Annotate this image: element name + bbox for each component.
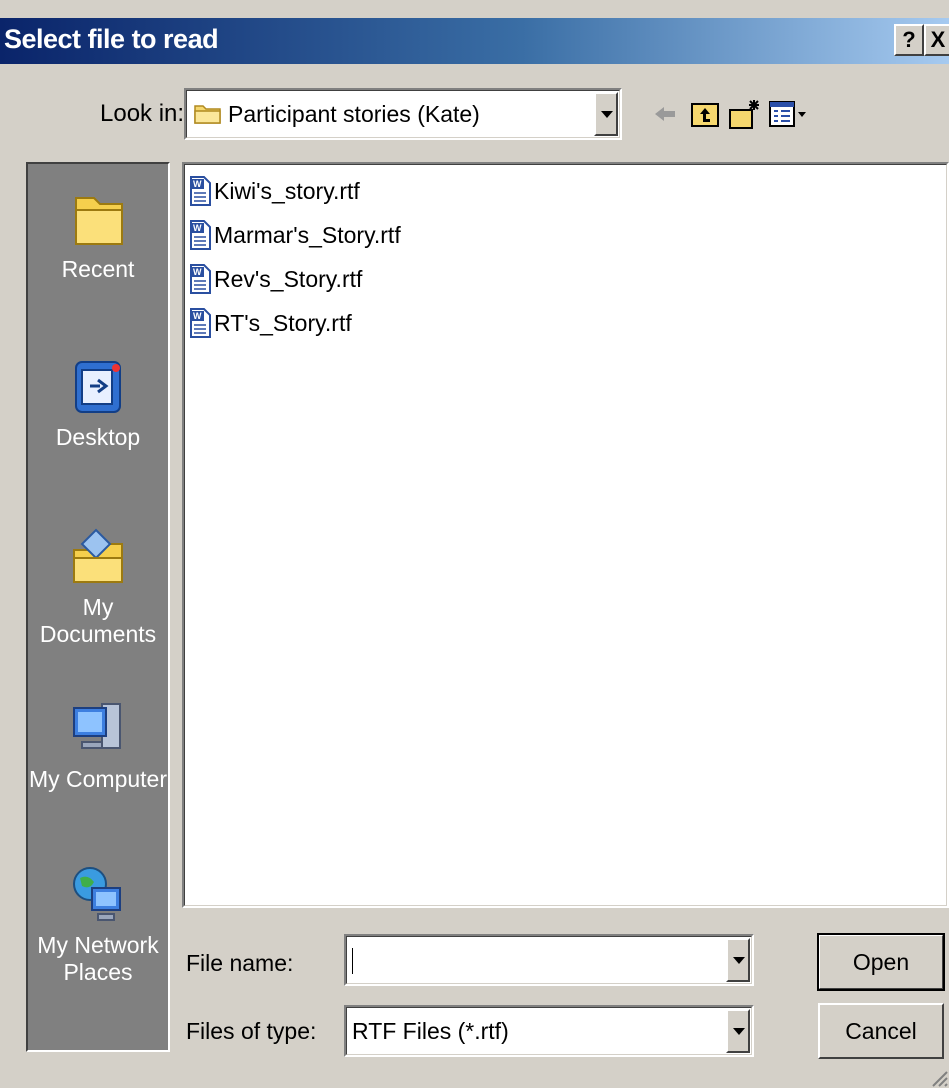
look-in-dropdown[interactable]: Participant stories (Kate) (184, 88, 622, 140)
place-desktop[interactable]: Desktop (28, 356, 168, 451)
file-name-dropdown-button[interactable] (726, 938, 750, 982)
file-type-dropdown-button[interactable] (726, 1009, 750, 1053)
svg-text:W: W (193, 179, 202, 189)
file-type-value: RTF Files (*.rtf) (352, 1018, 509, 1044)
file-name: Marmar's_Story.rtf (214, 221, 401, 248)
file-list[interactable]: W Kiwi's_story.rtf W Marmar's_Story.rtf … (182, 162, 949, 908)
file-name-field-frame (346, 936, 752, 984)
word-document-icon: W (190, 263, 211, 294)
title-bar[interactable]: Select file to read ? X (0, 18, 949, 64)
place-label-my-documents: My Documents (39, 594, 157, 647)
word-document-icon: W (190, 175, 211, 206)
text-caret (352, 948, 353, 974)
svg-text:W: W (193, 223, 202, 233)
place-my-computer[interactable]: My Computer (28, 698, 168, 793)
dialog-title: Select file to read (4, 24, 219, 54)
look-in-value: Participant stories (Kate) (228, 101, 480, 127)
up-folder-icon[interactable] (690, 98, 720, 130)
my-documents-icon (73, 528, 123, 583)
place-label-recent: Recent (61, 256, 135, 282)
file-open-dialog: Select file to read ? X Look in: Partici… (0, 0, 949, 1088)
word-document-icon: W (190, 307, 211, 338)
file-type-dropdown[interactable]: RTF Files (*.rtf) (344, 1005, 754, 1057)
place-my-network-places[interactable]: My Network Places (28, 864, 168, 986)
close-button[interactable]: X (924, 24, 949, 56)
recent-folder-icon (75, 197, 123, 245)
my-computer-icon (73, 703, 121, 749)
file-name-label: File name: (186, 950, 294, 976)
places-bar: Recent Desktop My Documents My Computer … (26, 162, 170, 1052)
word-document-icon: W (190, 219, 211, 250)
place-recent[interactable]: Recent (28, 188, 168, 283)
svg-text:W: W (193, 311, 202, 321)
desktop-icon (75, 361, 121, 413)
place-label-desktop: Desktop (55, 424, 141, 450)
list-item[interactable]: W Marmar's_Story.rtf (188, 214, 401, 252)
file-name: RT's_Story.rtf (214, 309, 352, 336)
help-button[interactable]: ? (894, 24, 924, 56)
look-in-dropdown-button[interactable] (594, 92, 618, 136)
list-item[interactable]: W Rev's_Story.rtf (188, 258, 362, 296)
list-item[interactable]: W Kiwi's_story.rtf (188, 170, 360, 208)
file-name: Kiwi's_story.rtf (214, 177, 360, 204)
place-label-my-computer: My Computer (28, 766, 168, 792)
place-label-my-network-places: My Network Places (37, 932, 159, 985)
folder-icon (194, 105, 221, 124)
network-places-icon (73, 867, 121, 921)
open-button[interactable]: Open (817, 933, 945, 991)
views-menu-icon[interactable] (768, 98, 808, 130)
file-name-field[interactable] (344, 934, 754, 986)
file-type-label: Files of type: (186, 1018, 317, 1044)
svg-text:W: W (193, 267, 202, 277)
list-item[interactable]: W RT's_Story.rtf (188, 302, 352, 340)
cancel-button[interactable]: Cancel (818, 1003, 944, 1059)
file-name: Rev's_Story.rtf (214, 265, 363, 292)
place-my-documents[interactable]: My Documents (28, 526, 168, 648)
look-in-label: Look in: (100, 100, 185, 127)
back-arrow-icon[interactable] (652, 98, 678, 130)
resize-grip-icon[interactable] (927, 1066, 949, 1088)
new-folder-icon[interactable] (728, 98, 762, 130)
